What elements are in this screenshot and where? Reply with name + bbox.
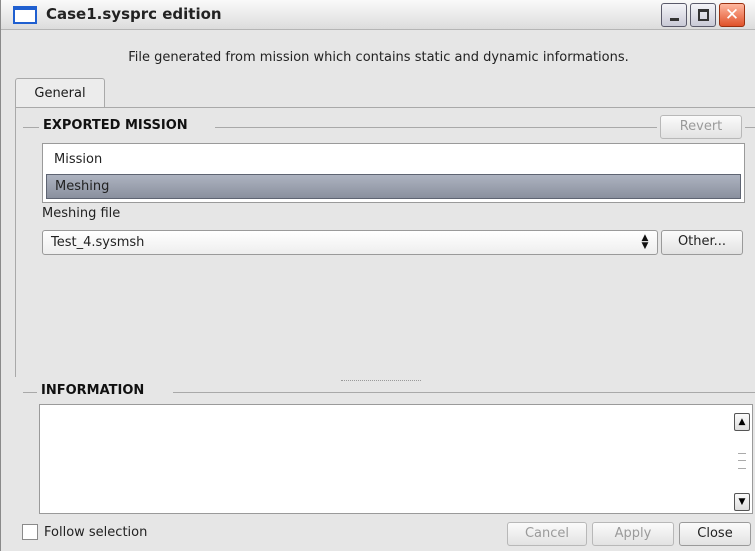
- scroll-down-button[interactable]: ▼: [734, 493, 750, 511]
- splitter-handle[interactable]: [341, 380, 421, 383]
- follow-selection-checkbox[interactable]: [22, 524, 38, 540]
- close-window-button[interactable]: ✕: [719, 3, 745, 27]
- group-border: [215, 127, 657, 128]
- file-description-text: File generated from mission which contai…: [128, 50, 629, 65]
- meshing-file-select[interactable]: Test_4.sysmsh ▲ ▼: [42, 230, 658, 255]
- list-item-mission[interactable]: Mission: [46, 148, 741, 173]
- information-text-area[interactable]: ▲ ▼: [39, 404, 753, 514]
- arrow-down-icon: ▼: [738, 497, 746, 507]
- up-down-arrows-icon: ▲ ▼: [641, 233, 649, 251]
- cancel-button[interactable]: Cancel: [507, 522, 587, 546]
- export-type-list[interactable]: Mission Meshing: [42, 143, 745, 203]
- list-item-meshing[interactable]: Meshing: [46, 174, 741, 199]
- close-button[interactable]: Close: [679, 522, 751, 546]
- arrow-up-icon: ▲: [738, 417, 746, 427]
- group-border: [23, 392, 37, 393]
- follow-selection-label[interactable]: Follow selection: [44, 525, 147, 540]
- other-file-button[interactable]: Other...: [661, 230, 743, 255]
- tab-general-label: General: [34, 86, 86, 101]
- group-border: [173, 392, 755, 393]
- dialog-window: Case1.sysprc edition ✕ File generated fr…: [0, 0, 755, 551]
- tab-general[interactable]: General: [15, 78, 105, 108]
- maximize-button[interactable]: [690, 3, 716, 27]
- maximize-icon: [698, 9, 709, 21]
- file-description: File generated from mission which contai…: [1, 50, 755, 67]
- vertical-scrollbar[interactable]: ▲ ▼: [734, 407, 750, 511]
- scroll-up-button[interactable]: ▲: [734, 413, 750, 431]
- minimize-button[interactable]: [661, 3, 687, 27]
- title-bar[interactable]: Case1.sysprc edition ✕: [1, 0, 755, 30]
- revert-button[interactable]: Revert: [660, 115, 742, 139]
- close-icon: ✕: [724, 5, 740, 25]
- group-border: [745, 127, 755, 128]
- apply-button[interactable]: Apply: [592, 522, 674, 546]
- information-title: INFORMATION: [37, 383, 149, 398]
- exported-mission-title: EXPORTED MISSION: [39, 118, 192, 133]
- minimize-icon: [670, 18, 679, 21]
- meshing-file-value: Test_4.sysmsh: [51, 235, 145, 250]
- group-border: [23, 127, 39, 128]
- window-title: Case1.sysprc edition: [46, 5, 222, 23]
- window-icon: [13, 6, 37, 24]
- meshing-file-label: Meshing file: [42, 206, 121, 221]
- scroll-grip[interactable]: [738, 453, 746, 469]
